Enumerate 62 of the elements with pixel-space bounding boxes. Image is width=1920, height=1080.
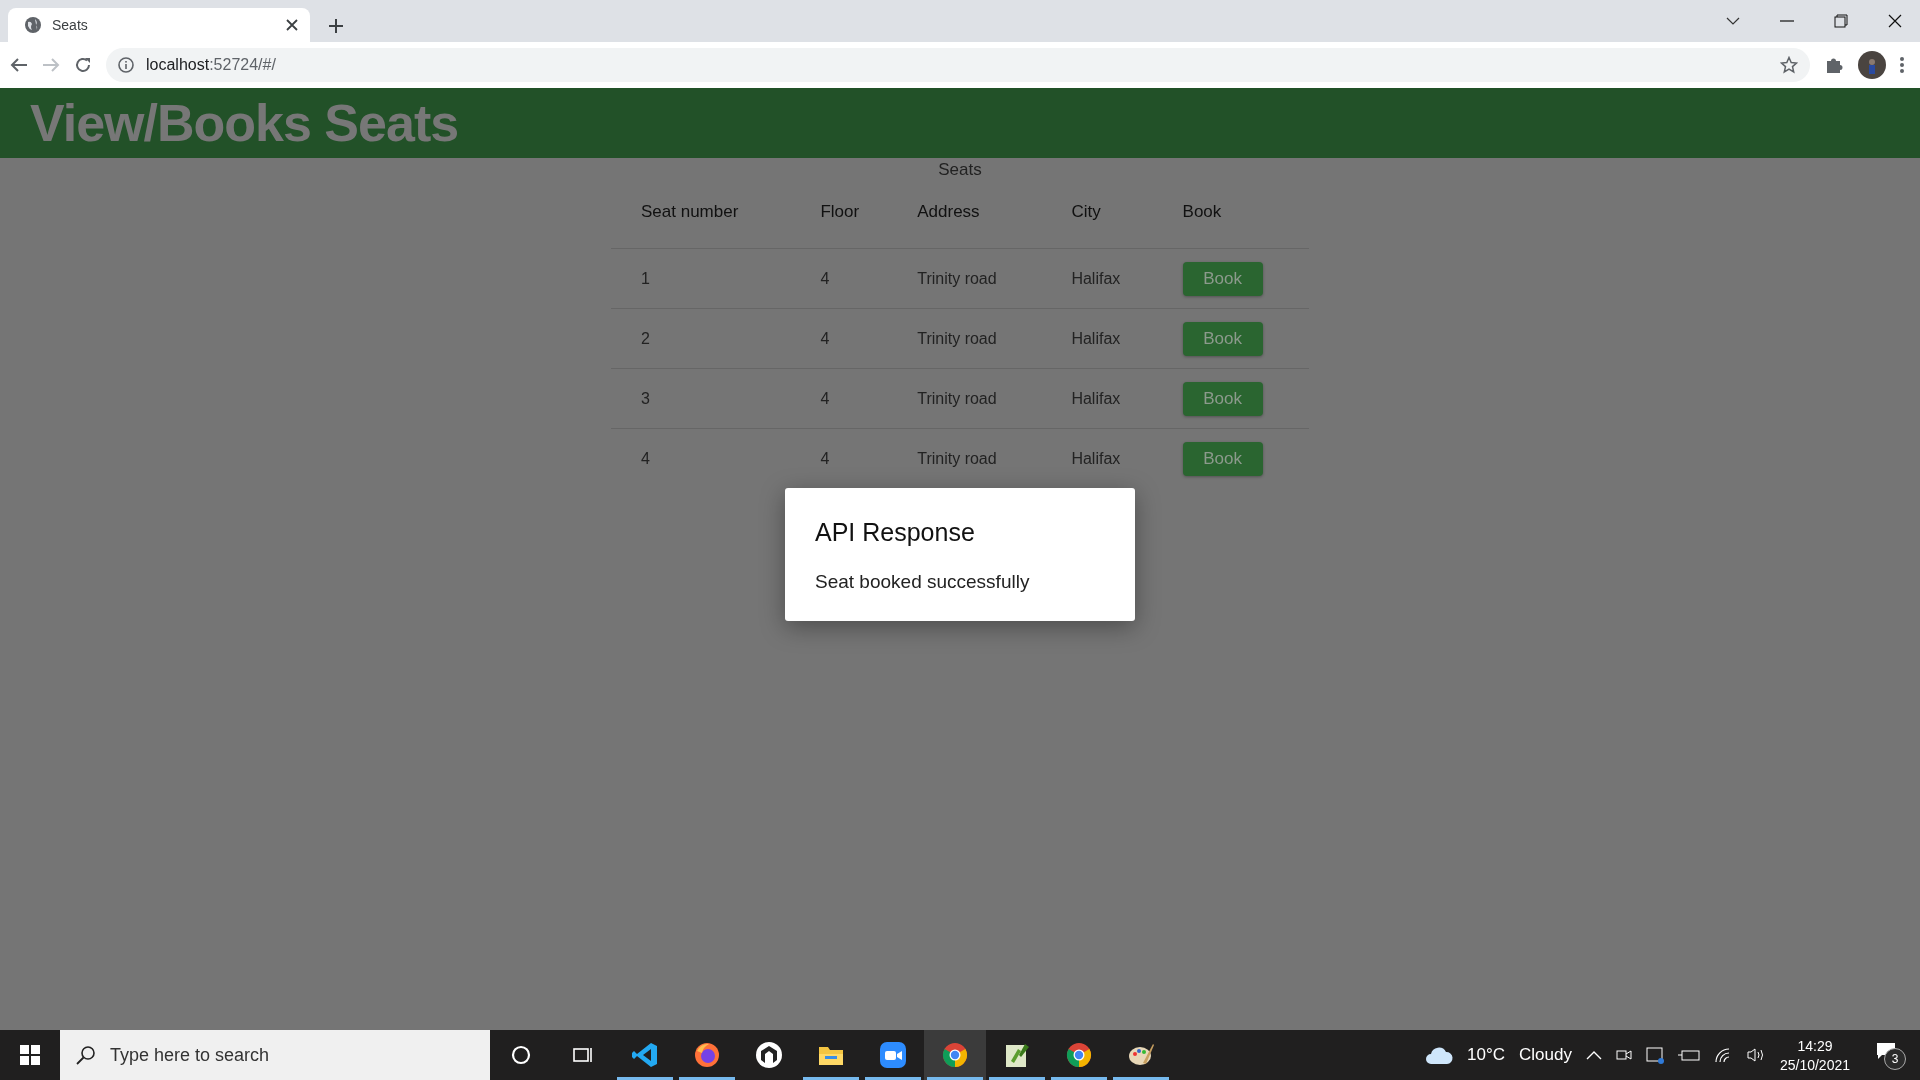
browser-tab[interactable]: Seats xyxy=(8,8,310,42)
chevron-up-icon[interactable] xyxy=(1585,1050,1602,1060)
new-tab-icon[interactable] xyxy=(328,18,344,34)
table-cell: 4 xyxy=(611,428,791,488)
table-cell: 1 xyxy=(611,248,791,309)
fox-browser-icon xyxy=(693,1041,721,1069)
dialog-message: Seat booked successfully xyxy=(815,571,1031,593)
info-icon xyxy=(118,57,134,73)
avatar-icon[interactable] xyxy=(1858,51,1886,79)
battery-icon[interactable] xyxy=(1677,1049,1700,1061)
video-camera-icon[interactable] xyxy=(1615,1047,1632,1063)
task-view-icon xyxy=(572,1045,594,1065)
column-header: Floor xyxy=(790,188,888,249)
chevron-down-icon[interactable] xyxy=(1726,17,1740,25)
address-bar[interactable]: localhost:52724/#/ xyxy=(106,48,1810,82)
url-text: localhost:52724/#/ xyxy=(146,56,276,74)
close-icon[interactable] xyxy=(286,19,298,31)
column-header: City xyxy=(1041,188,1153,249)
close-icon[interactable] xyxy=(1888,14,1902,28)
code-editor-icon xyxy=(631,1041,659,1069)
table-cell: Halifax xyxy=(1041,368,1153,429)
chrome-browser-icon xyxy=(1065,1041,1093,1069)
circle-icon xyxy=(511,1045,531,1065)
reload-icon[interactable] xyxy=(74,56,92,74)
table-caption: Seats xyxy=(938,159,982,181)
table-cell: Halifax xyxy=(1041,308,1153,369)
clock[interactable]: 14:29 25/10/2021 xyxy=(1779,1037,1850,1073)
table-cell: 4 xyxy=(790,308,888,369)
table-cell: Halifax xyxy=(1041,428,1153,488)
table-cell: Trinity road xyxy=(887,248,1042,309)
search-icon xyxy=(76,1045,96,1065)
taskbar-app[interactable] xyxy=(924,1030,986,1080)
table-cell: Halifax xyxy=(1041,248,1153,309)
more-menu-icon[interactable] xyxy=(1900,56,1904,74)
page-title: View/Books Seats xyxy=(30,93,459,153)
chrome-browser-icon xyxy=(941,1041,969,1069)
table-cell: 2 xyxy=(611,308,791,369)
cloud-icon xyxy=(1425,1045,1453,1065)
weather-text: Cloudy xyxy=(1519,1045,1572,1065)
restore-icon[interactable] xyxy=(1834,14,1848,28)
back-arrow-icon[interactable] xyxy=(10,57,28,73)
speaker-icon[interactable] xyxy=(1745,1047,1766,1063)
dialog-title: API Response xyxy=(815,518,976,547)
table-cell: Trinity road xyxy=(887,428,1042,488)
star-icon[interactable] xyxy=(1780,56,1798,74)
table-cell: 4 xyxy=(790,428,888,488)
temperature-text: 10°C xyxy=(1467,1045,1505,1065)
notification-count: 3 xyxy=(1884,1048,1906,1070)
table-cell: Trinity road xyxy=(887,308,1042,369)
table-cell: 4 xyxy=(790,368,888,429)
taskbar-search-field[interactable]: Type here to search xyxy=(60,1030,490,1080)
table-cell: Trinity road xyxy=(887,368,1042,429)
column-header: Book xyxy=(1152,188,1309,249)
column-header: Address xyxy=(887,188,1042,249)
table-cell: 4 xyxy=(790,248,888,309)
wifi-icon[interactable] xyxy=(1713,1047,1732,1063)
column-header: Seat number xyxy=(611,188,791,249)
globe-icon xyxy=(24,16,42,34)
table-cell: 3 xyxy=(611,368,791,429)
notepad-icon xyxy=(1003,1041,1031,1069)
video-camera-icon xyxy=(879,1041,907,1069)
tab-title: Seats xyxy=(52,17,89,33)
